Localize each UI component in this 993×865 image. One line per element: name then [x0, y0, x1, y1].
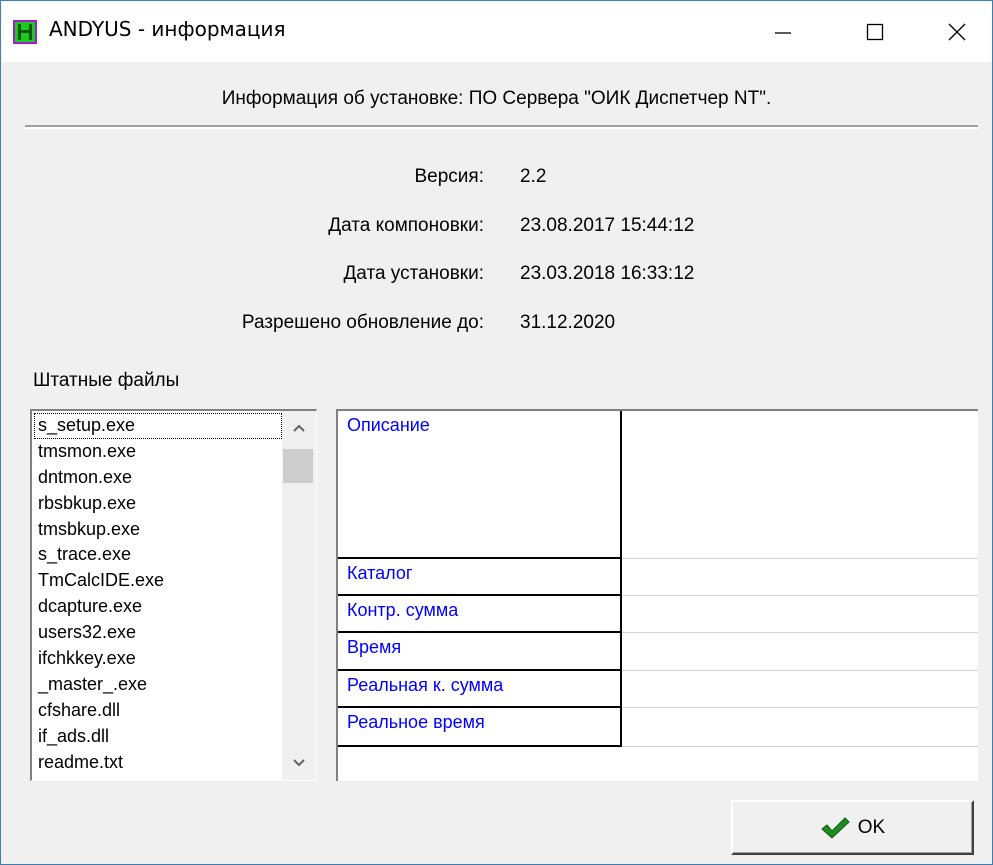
- maximize-icon: [866, 23, 884, 40]
- scroll-down-button[interactable]: [282, 746, 316, 780]
- files-listbox[interactable]: s_setup.exe tmsmon.exe dntmon.exe rbsbku…: [30, 409, 317, 781]
- directory-label: Каталог: [338, 559, 622, 596]
- list-item[interactable]: users32.exe: [34, 620, 282, 646]
- standard-files-label: Штатные файлы: [33, 370, 180, 391]
- directory-value: [622, 559, 978, 596]
- list-item[interactable]: dcapture.exe: [34, 594, 282, 620]
- list-item[interactable]: cfshare.dll: [34, 698, 282, 724]
- version-label: Версия:: [414, 166, 485, 187]
- install-date-value: 23.03.2018 16:33:12: [520, 263, 695, 284]
- minimize-button[interactable]: [737, 1, 829, 62]
- files-scrollbar[interactable]: [282, 411, 316, 780]
- list-item[interactable]: TmCalcIDE.exe: [34, 568, 282, 594]
- update-until-value: 31.12.2020: [520, 312, 616, 333]
- checkmark-icon: [820, 816, 850, 839]
- list-item[interactable]: readme.txt: [34, 750, 282, 776]
- real-checksum-value: [622, 671, 978, 708]
- info-dialog: ANDYUS - информация Информация об устано…: [0, 0, 993, 865]
- time-label: Время: [338, 633, 622, 671]
- file-details-grid: Описание Каталог Контр. сумма Время Реал…: [336, 409, 978, 781]
- header-separator: [25, 125, 978, 129]
- real-time-value: [622, 708, 978, 747]
- list-item[interactable]: tmsmon.exe: [34, 439, 282, 465]
- description-value: [622, 411, 978, 559]
- files-list: s_setup.exe tmsmon.exe dntmon.exe rbsbku…: [34, 413, 282, 775]
- update-until-label: Разрешено обновление до:: [241, 312, 484, 333]
- list-item[interactable]: if_ads.dll: [34, 724, 282, 750]
- list-item[interactable]: _master_.exe: [34, 672, 282, 698]
- install-info-header: Информация об установке: ПО Сервера "ОИК…: [221, 88, 772, 109]
- list-item[interactable]: s_setup.exe: [34, 413, 282, 439]
- time-value: [622, 633, 978, 671]
- build-date-value: 23.08.2017 15:44:12: [520, 215, 695, 236]
- andyus-app-icon: [13, 20, 37, 44]
- checksum-value: [622, 596, 978, 633]
- list-item[interactable]: tmsbkup.exe: [34, 517, 282, 543]
- description-label: Описание: [338, 411, 622, 559]
- install-date-label: Дата установки:: [343, 263, 484, 284]
- minimize-icon: [775, 31, 791, 34]
- title-bar[interactable]: ANDYUS - информация: [1, 1, 992, 62]
- close-button[interactable]: [921, 1, 992, 62]
- maximize-button[interactable]: [829, 1, 921, 62]
- build-date-label: Дата компоновки:: [328, 215, 484, 236]
- list-item[interactable]: ifchkkey.exe: [34, 646, 282, 672]
- scroll-up-button[interactable]: [282, 411, 316, 445]
- list-item[interactable]: dntmon.exe: [34, 465, 282, 491]
- chevron-down-icon: [293, 759, 305, 767]
- version-value: 2.2: [520, 166, 547, 187]
- close-icon: [948, 23, 965, 40]
- ok-button[interactable]: OK: [731, 800, 974, 855]
- list-item[interactable]: s_trace.exe: [34, 542, 282, 568]
- checksum-label: Контр. сумма: [338, 596, 622, 633]
- list-item[interactable]: rbsbkup.exe: [34, 491, 282, 517]
- window-title: ANDYUS - информация: [49, 17, 286, 41]
- scroll-thumb[interactable]: [283, 449, 313, 483]
- real-checksum-label: Реальная к. сумма: [338, 671, 622, 708]
- real-time-label: Реальное время: [338, 708, 622, 747]
- chevron-up-icon: [293, 424, 305, 432]
- ok-button-label: OK: [857, 816, 886, 838]
